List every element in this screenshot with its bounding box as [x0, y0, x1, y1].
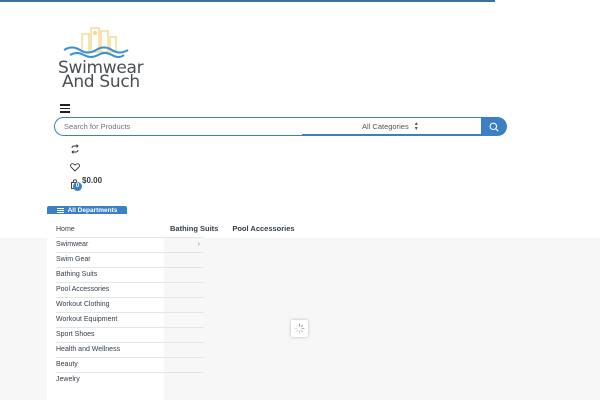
compare-icon[interactable] [70, 141, 80, 154]
dept-item-workout-clothing[interactable]: Workout Clothing [56, 297, 204, 313]
select-arrows-icon: ▴ ▾ [414, 120, 418, 132]
nav-link-pool-accessories[interactable]: Pool Accessories [232, 224, 294, 233]
dept-item-health-and-wellness[interactable]: Health and Wellness [56, 342, 204, 358]
dept-item-beauty[interactable]: Beauty [56, 357, 204, 373]
dept-item-bathing-suits[interactable]: Bathing Suits [56, 267, 204, 283]
dept-item-home[interactable]: Home [56, 222, 204, 238]
menu-hamburger-icon[interactable] [60, 104, 70, 113]
dept-item-label: Jewelry [56, 376, 80, 383]
list-icon [56, 207, 64, 213]
cart-count-badge: 0 [73, 182, 82, 191]
dept-item-label: Workout Clothing [56, 301, 110, 308]
dept-item-label: Bathing Suits [56, 271, 98, 278]
dept-item-label: Health and Wellness [56, 346, 121, 353]
dept-item-jewelry[interactable]: Jewelry [56, 372, 204, 387]
loading-spinner [291, 320, 308, 337]
top-accent-bar [0, 0, 495, 2]
logo-text-line2: And Such [62, 72, 140, 92]
search-button[interactable] [481, 117, 507, 136]
dept-item-swim-gear[interactable]: Swim Gear [56, 252, 204, 268]
site-logo[interactable]: Swimwear And Such [58, 26, 144, 92]
logo-graphic [63, 27, 129, 58]
dept-item-label: Pool Accessories [56, 286, 110, 293]
cart-total[interactable]: $0.00 [82, 176, 102, 185]
wishlist-heart-icon[interactable] [70, 159, 80, 172]
all-departments-button[interactable]: All Departments [47, 206, 127, 214]
all-departments-label: All Departments [67, 206, 118, 214]
departments-menu: Home Swimwear › Swim Gear Bathing Suits P… [47, 221, 204, 400]
chevron-right-icon: › [197, 241, 200, 248]
category-select-value: All Categories [362, 122, 409, 131]
search-underline [302, 134, 482, 136]
dept-item-label: Swim Gear [56, 256, 91, 263]
search-icon [489, 122, 499, 132]
dept-item-label: Beauty [56, 361, 78, 368]
dept-item-workout-equipment[interactable]: Workout Equipment [56, 312, 204, 328]
category-select[interactable]: All Categories ▴ ▾ [362, 119, 426, 134]
dept-item-label: Workout Equipment [56, 316, 118, 323]
dept-item-label: Sport Shoes [56, 331, 95, 338]
dept-item-swimwear[interactable]: Swimwear › [56, 237, 204, 253]
dept-item-label: Swimwear [56, 241, 89, 248]
dept-item-sport-shoes[interactable]: Sport Shoes [56, 327, 204, 343]
dept-item-label: Home [56, 226, 75, 233]
dept-item-pool-accessories[interactable]: Pool Accessories [56, 282, 204, 298]
search-bar: All Categories ▴▾ [54, 117, 507, 136]
spinner-icon [294, 323, 305, 334]
